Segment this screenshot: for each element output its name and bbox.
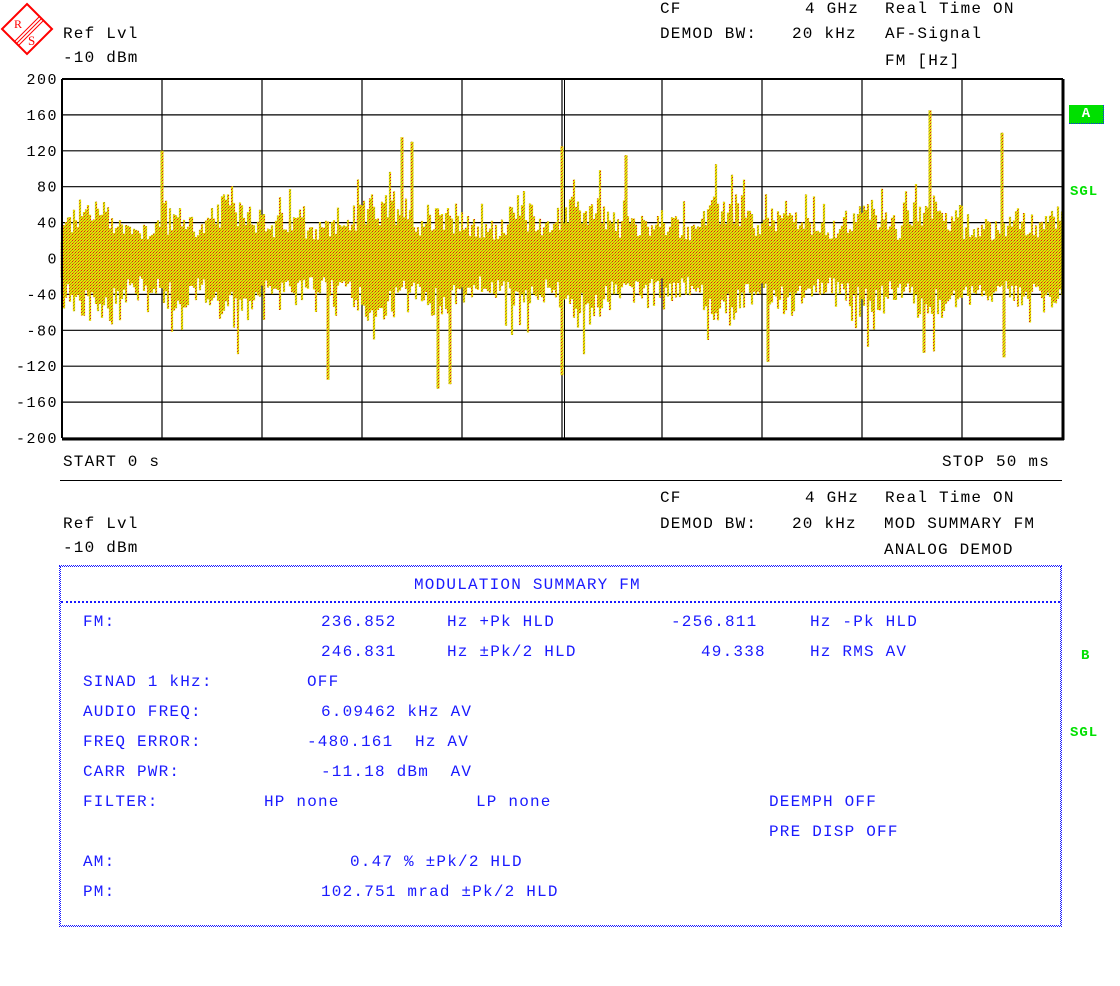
fm-half-peak-unit: Hz ±Pk/2 HLD xyxy=(447,643,577,661)
modulation-summary-panel: MODULATION SUMMARY FM FM: 236.852 Hz +Pk… xyxy=(59,565,1062,927)
fm-neg-peak-unit: Hz -Pk HLD xyxy=(810,613,919,631)
sweep-mode-b: SGL xyxy=(1070,725,1099,741)
ref-level-value-b: -10 dBm xyxy=(63,539,139,557)
y-axis-ticks: 200 160 120 80 40 0 -40 -80 -120 -160 -200 xyxy=(16,72,58,448)
trace-b-badge[interactable]: B xyxy=(1081,647,1090,665)
carrier-power-label: CARR PWR: xyxy=(83,763,181,781)
y-tick-label: -200 xyxy=(16,431,58,448)
am-value: 0.47 % ±Pk/2 HLD xyxy=(350,853,523,871)
y-tick-label: 0 xyxy=(47,252,58,269)
y-tick-label: -40 xyxy=(26,287,58,304)
filter-lowpass: LP none xyxy=(476,793,552,811)
y-tick-label: 80 xyxy=(37,180,58,197)
y-tick-label: 40 xyxy=(37,216,58,233)
audio-freq-label: AUDIO FREQ: xyxy=(83,703,202,721)
demod-bw-value-b: 20 kHz xyxy=(792,515,857,533)
sinad-label: SINAD 1 kHz: xyxy=(83,673,213,691)
summary-title: MODULATION SUMMARY FM xyxy=(414,576,641,594)
screen-separator xyxy=(60,480,1062,481)
summary-title-row: MODULATION SUMMARY FM xyxy=(61,567,1060,603)
y-tick-label: -160 xyxy=(16,395,58,412)
freq-error-label: FREQ ERROR: xyxy=(83,733,202,751)
fm-half-peak-value: 246.831 xyxy=(321,643,397,661)
sinad-value: OFF xyxy=(307,673,340,691)
demod-bw-label-b: DEMOD BW: xyxy=(660,515,758,533)
fm-neg-peak-value: -256.811 xyxy=(671,613,758,631)
filter-highpass: HP none xyxy=(264,793,340,811)
deemphasis-status: DEEMPH OFF xyxy=(769,793,878,811)
freq-error-value: -480.161 Hz AV xyxy=(307,733,470,751)
fm-pos-peak-unit: Hz +Pk HLD xyxy=(447,613,556,631)
realtime-status-b: Real Time ON xyxy=(885,489,1015,507)
filter-label: FILTER: xyxy=(83,793,159,811)
am-label: AM: xyxy=(83,853,116,871)
y-tick-label: 160 xyxy=(26,108,58,125)
y-tick-label: -120 xyxy=(16,359,58,376)
carrier-power-value: -11.18 dBm AV xyxy=(321,763,473,781)
fm-rms-value: 49.338 xyxy=(701,643,766,661)
start-time-label: START 0 s xyxy=(63,453,161,471)
fm-rms-unit: Hz RMS AV xyxy=(810,643,908,661)
fm-pos-peak-value: 236.852 xyxy=(321,613,397,631)
y-tick-label: 200 xyxy=(26,72,58,89)
center-freq-value-b: 4 GHz xyxy=(805,489,860,507)
center-freq-label-b: CF xyxy=(660,489,682,507)
ref-level-label-b: Ref Lvl xyxy=(63,515,139,533)
pm-value: 102.751 mrad ±Pk/2 HLD xyxy=(321,883,559,901)
fm-trace-chart: 200 160 120 80 40 0 -40 -80 -120 -160 -200 xyxy=(16,72,1065,448)
fm-trace xyxy=(60,110,1064,389)
fm-label: FM: xyxy=(83,613,116,631)
stop-time-label: STOP 50 ms xyxy=(942,453,1051,471)
y-tick-label: -80 xyxy=(26,323,58,340)
measurement-type-b: ANALOG DEMOD xyxy=(884,541,1014,559)
pm-label: PM: xyxy=(83,883,116,901)
y-tick-label: 120 xyxy=(26,144,58,161)
trace-a-badge[interactable]: A xyxy=(1069,105,1104,124)
measurement-mode-b: MOD SUMMARY FM xyxy=(884,515,1036,533)
sweep-mode-a: SGL xyxy=(1070,184,1099,200)
pre-display-status: PRE DISP OFF xyxy=(769,823,899,841)
audio-freq-value: 6.09462 kHz AV xyxy=(321,703,473,721)
